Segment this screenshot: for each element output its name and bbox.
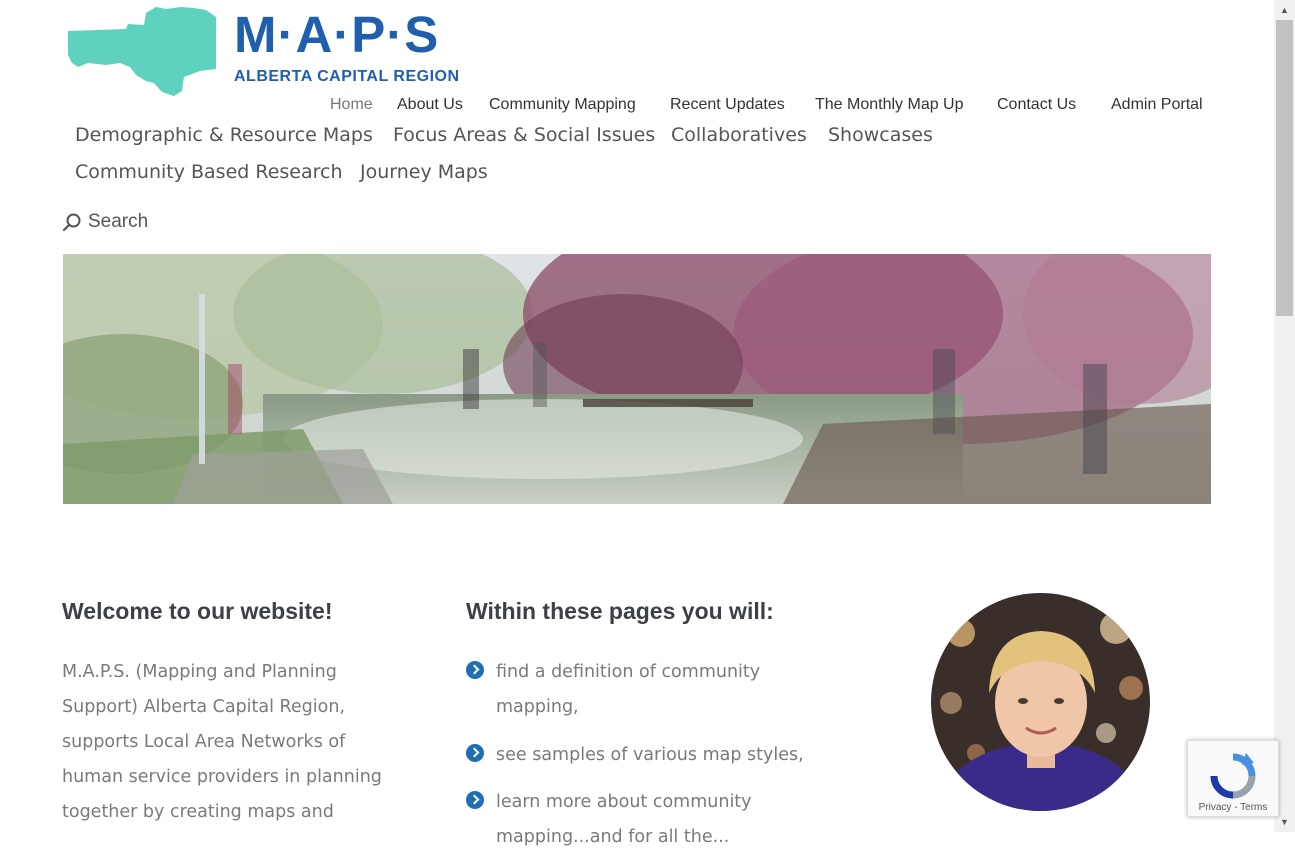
welcome-line: Support) Alberta Capital Region, [62, 697, 346, 717]
search-label: Search [88, 211, 149, 232]
welcome-line: human service providers in planning [62, 767, 382, 787]
chevron-right-icon [466, 791, 484, 809]
welcome-line: together by creating maps and [62, 802, 334, 822]
list-item: find a definition of community mapping, [466, 655, 816, 725]
list-item-line: mapping...and for all the... [496, 827, 730, 847]
scrollbar-thumb[interactable] [1276, 20, 1293, 316]
recaptcha-icon [1210, 753, 1256, 799]
logo-title: M·A·P·S [234, 6, 440, 63]
welcome-line: M.A.P.S. (Mapping and Planning [62, 662, 337, 682]
menu-focus-areas[interactable]: Focus Areas & Social Issues [393, 124, 655, 146]
list-item-line: find a definition of community [496, 662, 761, 682]
menu-collaboratives[interactable]: Collaboratives [671, 124, 807, 146]
list-item: learn more about community mapping...and… [466, 785, 816, 855]
welcome-heading: Welcome to our website! [62, 598, 333, 624]
profile-photo [931, 593, 1150, 811]
nav-monthly-map-up[interactable]: The Monthly Map Up [815, 96, 964, 116]
recaptcha-badge[interactable]: Privacy - Terms [1187, 740, 1279, 817]
recaptcha-privacy-terms[interactable]: Privacy - Terms [1188, 802, 1278, 813]
alberta-map-icon [68, 7, 216, 96]
search-icon [62, 213, 81, 232]
nav-contact-us[interactable]: Contact Us [997, 96, 1076, 116]
nav-home[interactable]: Home [330, 96, 373, 116]
nav-recent-updates[interactable]: Recent Updates [670, 96, 785, 116]
logo-subtitle: ALBERTA CAPITAL REGION [234, 68, 460, 85]
menu-journey-maps[interactable]: Journey Maps [360, 161, 488, 183]
menu-showcases[interactable]: Showcases [828, 124, 933, 146]
within-heading: Within these pages you will: [466, 598, 774, 624]
chevron-right-icon [466, 661, 484, 679]
welcome-line: supports Local Area Networks of [62, 732, 346, 752]
welcome-text: M.A.P.S. (Mapping and Planning Support) … [62, 655, 402, 830]
hero-banner-image [63, 254, 1211, 504]
menu-demographic-resource-maps[interactable]: Demographic & Resource Maps [75, 124, 373, 146]
list-item-line: see samples of various map styles, [496, 745, 804, 765]
list-item-line: mapping, [496, 697, 579, 717]
chevron-right-icon [466, 744, 484, 762]
search-toggle[interactable]: Search [62, 210, 148, 234]
menu-community-based-research[interactable]: Community Based Research [75, 161, 343, 183]
nav-about-us[interactable]: About Us [397, 96, 463, 116]
list-item-line: learn more about community [496, 792, 752, 812]
nav-community-mapping[interactable]: Community Mapping [489, 96, 636, 116]
scroll-up-arrow-icon[interactable]: ▲ [1274, 0, 1295, 20]
site-logo[interactable]: M·A·P·S ALBERTA CAPITAL REGION [66, 5, 459, 97]
list-item: see samples of various map styles, [466, 738, 816, 773]
nav-admin-portal[interactable]: Admin Portal [1111, 96, 1203, 116]
